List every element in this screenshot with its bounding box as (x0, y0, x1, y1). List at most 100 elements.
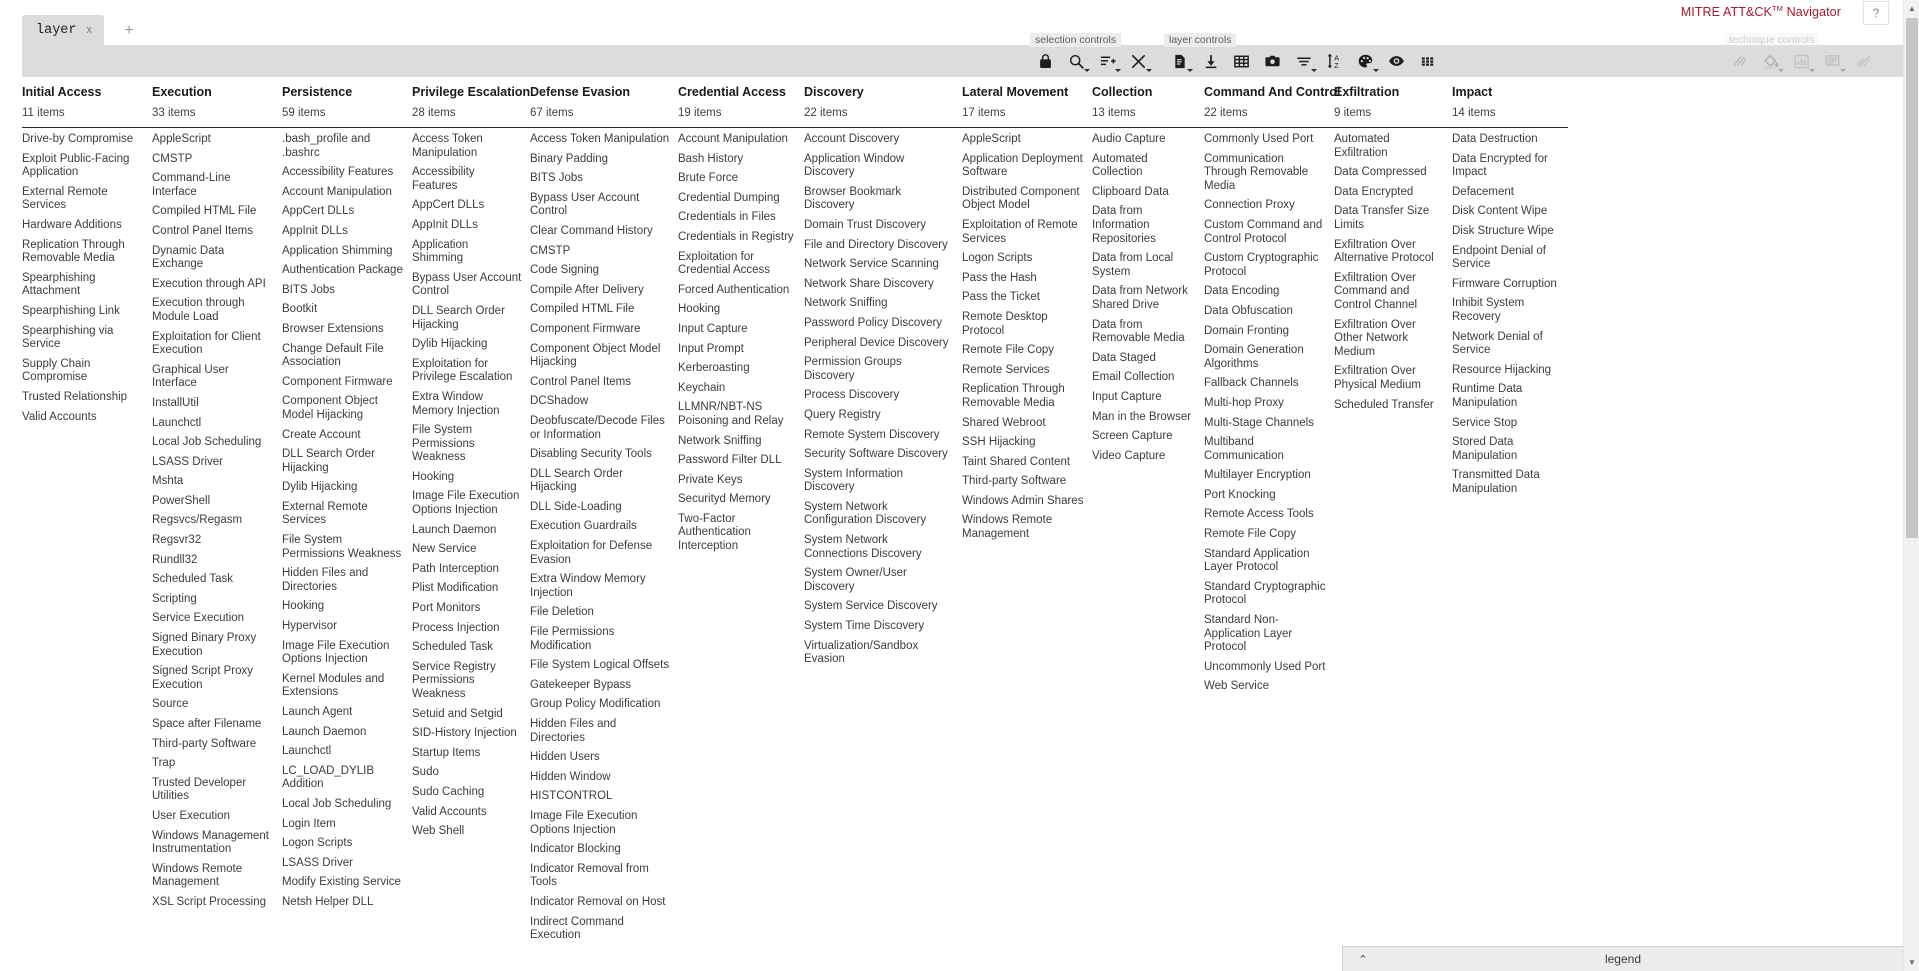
technique-cell[interactable]: Network Denial of Service (1452, 328, 1568, 361)
technique-cell[interactable]: Account Discovery (804, 130, 962, 150)
technique-cell[interactable]: Commonly Used Port (1204, 130, 1334, 150)
technique-cell[interactable]: Extra Window Memory Injection (530, 570, 678, 603)
disable-technique-button[interactable] (1724, 45, 1755, 77)
technique-cell[interactable]: System Owner/User Discovery (804, 564, 962, 597)
technique-cell[interactable]: Remote Desktop Protocol (962, 308, 1092, 341)
technique-cell[interactable]: Dylib Hijacking (282, 478, 412, 498)
technique-cell[interactable]: Component Firmware (530, 320, 678, 340)
technique-cell[interactable]: Data from Information Repositories (1092, 202, 1204, 249)
chevron-up-icon[interactable]: ⌃ (1343, 947, 1383, 971)
technique-cell[interactable]: Browser Extensions (282, 320, 412, 340)
technique-cell[interactable]: Disabling Security Tools (530, 445, 678, 465)
technique-cell[interactable]: Indicator Blocking (530, 840, 678, 860)
technique-cell[interactable]: Modify Existing Service (282, 873, 412, 893)
technique-cell[interactable]: Hidden Users (530, 748, 678, 768)
technique-cell[interactable]: Launch Daemon (412, 521, 530, 541)
technique-cell[interactable]: Path Interception (412, 560, 530, 580)
technique-cell[interactable]: AppleScript (962, 130, 1092, 150)
technique-cell[interactable]: Launchctl (152, 414, 282, 434)
technique-cell[interactable]: Port Knocking (1204, 486, 1334, 506)
technique-cell[interactable]: PowerShell (152, 492, 282, 512)
technique-cell[interactable]: Dynamic Data Exchange (152, 242, 282, 275)
technique-cell[interactable]: Exfiltration Over Command and Control Ch… (1334, 269, 1452, 316)
technique-cell[interactable]: Endpoint Denial of Service (1452, 242, 1568, 275)
technique-cell[interactable]: Keychain (678, 379, 804, 399)
technique-cell[interactable]: Logon Scripts (962, 249, 1092, 269)
technique-cell[interactable]: Virtualization/Sandbox Evasion (804, 637, 962, 670)
technique-cell[interactable]: Valid Accounts (412, 803, 530, 823)
technique-cell[interactable]: Data Transfer Size Limits (1334, 202, 1452, 235)
technique-cell[interactable]: Third-party Software (152, 735, 282, 755)
tactic-header[interactable]: Persistence (282, 78, 412, 100)
technique-cell[interactable]: File System Logical Offsets (530, 656, 678, 676)
technique-cell[interactable]: Standard Non-Application Layer Protocol (1204, 611, 1334, 658)
technique-cell[interactable]: SSH Hijacking (962, 433, 1092, 453)
technique-cell[interactable]: AppInit DLLs (412, 216, 530, 236)
tactic-header[interactable]: Defense Evasion (530, 78, 678, 100)
technique-cell[interactable]: Remote Services (962, 361, 1092, 381)
chevron-down-icon[interactable] (1187, 69, 1193, 72)
tactic-header[interactable]: Privilege Escalation (412, 78, 530, 100)
technique-cell[interactable]: Account Manipulation (678, 130, 804, 150)
technique-cell[interactable]: Code Signing (530, 261, 678, 281)
technique-cell[interactable]: Plist Modification (412, 579, 530, 599)
chevron-down-icon[interactable] (1084, 69, 1090, 72)
sort-button[interactable]: A Z (1319, 45, 1350, 77)
download-layer-button[interactable] (1195, 45, 1226, 77)
technique-cell[interactable]: LSASS Driver (152, 453, 282, 473)
technique-cell[interactable]: Create Account (282, 426, 412, 446)
technique-cell[interactable]: Web Service (1204, 677, 1334, 697)
technique-cell[interactable]: Component Firmware (282, 373, 412, 393)
tactic-header[interactable]: Execution (152, 78, 282, 100)
fill-color-button[interactable] (1755, 45, 1786, 77)
technique-cell[interactable]: AppCert DLLs (412, 196, 530, 216)
technique-cell[interactable]: Binary Padding (530, 150, 678, 170)
technique-cell[interactable]: Scheduled Task (152, 570, 282, 590)
technique-cell[interactable]: Query Registry (804, 406, 962, 426)
technique-cell[interactable]: Application Shimming (282, 242, 412, 262)
technique-cell[interactable]: Startup Items (412, 744, 530, 764)
technique-cell[interactable]: Multiband Communication (1204, 433, 1334, 466)
technique-cell[interactable]: Remote File Copy (1204, 525, 1334, 545)
technique-cell[interactable]: Group Policy Modification (530, 695, 678, 715)
technique-cell[interactable]: Application Shimming (412, 236, 530, 269)
technique-cell[interactable]: Sudo Caching (412, 783, 530, 803)
technique-cell[interactable]: Launchctl (282, 742, 412, 762)
technique-cell[interactable]: Signed Binary Proxy Execution (152, 629, 282, 662)
technique-cell[interactable]: Supply Chain Compromise (22, 355, 152, 388)
technique-cell[interactable]: Disk Content Wipe (1452, 202, 1568, 222)
technique-cell[interactable]: Indirect Command Execution (530, 913, 678, 946)
legend-title[interactable]: legend (1383, 952, 1903, 966)
technique-cell[interactable]: Graphical User Interface (152, 361, 282, 394)
technique-cell[interactable]: Access Token Manipulation (530, 130, 678, 150)
technique-cell[interactable]: Uncommonly Used Port (1204, 658, 1334, 678)
tactic-header[interactable]: Command And Control (1204, 78, 1340, 100)
technique-cell[interactable]: System Network Configuration Discovery (804, 498, 962, 531)
technique-cell[interactable]: Securityd Memory (678, 490, 804, 510)
technique-cell[interactable]: Login Item (282, 815, 412, 835)
technique-cell[interactable]: Dylib Hijacking (412, 335, 530, 355)
technique-cell[interactable]: Command-Line Interface (152, 169, 282, 202)
technique-cell[interactable]: Space after Filename (152, 715, 282, 735)
technique-cell[interactable]: Multilayer Encryption (1204, 466, 1334, 486)
technique-cell[interactable]: Man in the Browser (1092, 408, 1204, 428)
technique-cell[interactable]: Launch Agent (282, 703, 412, 723)
technique-cell[interactable]: Windows Remote Management (962, 511, 1092, 544)
technique-cell[interactable]: AppCert DLLs (282, 202, 412, 222)
technique-cell[interactable]: Firmware Corruption (1452, 275, 1568, 295)
technique-cell[interactable]: Hidden Files and Directories (530, 715, 678, 748)
technique-cell[interactable]: Standard Cryptographic Protocol (1204, 578, 1334, 611)
technique-cell[interactable]: Data Destruction (1452, 130, 1568, 150)
tactic-header[interactable]: Collection (1092, 78, 1204, 100)
technique-cell[interactable]: BITS Jobs (282, 281, 412, 301)
technique-cell[interactable]: Netsh Helper DLL (282, 893, 412, 913)
technique-cell[interactable]: Credentials in Files (678, 208, 804, 228)
technique-cell[interactable]: Security Software Discovery (804, 445, 962, 465)
technique-cell[interactable]: Hidden Window (530, 768, 678, 788)
technique-cell[interactable]: User Execution (152, 807, 282, 827)
technique-cell[interactable]: System Service Discovery (804, 597, 962, 617)
chevron-down-icon[interactable] (1373, 69, 1379, 72)
technique-cell[interactable]: Domain Fronting (1204, 322, 1334, 342)
technique-cell[interactable]: Compiled HTML File (530, 300, 678, 320)
technique-cell[interactable]: Exploit Public-Facing Application (22, 150, 152, 183)
